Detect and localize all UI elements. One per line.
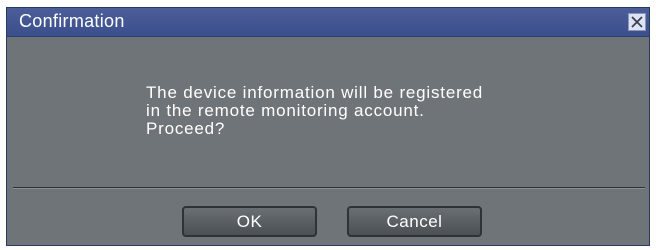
cancel-button[interactable]: Cancel (347, 206, 482, 237)
confirmation-dialog: Confirmation The device information will… (6, 7, 650, 246)
message-line: in the remote monitoring account. (146, 101, 425, 120)
close-icon (631, 16, 643, 28)
dialog-message: The device information will be registere… (146, 84, 483, 138)
dialog-divider (13, 187, 645, 189)
dialog-titlebar[interactable]: Confirmation (7, 8, 649, 37)
close-button[interactable] (628, 13, 646, 31)
dialog-title: Confirmation (19, 11, 125, 31)
ok-button[interactable]: OK (182, 206, 317, 237)
message-line: The device information will be registere… (146, 83, 484, 102)
message-line: Proceed? (146, 119, 226, 138)
